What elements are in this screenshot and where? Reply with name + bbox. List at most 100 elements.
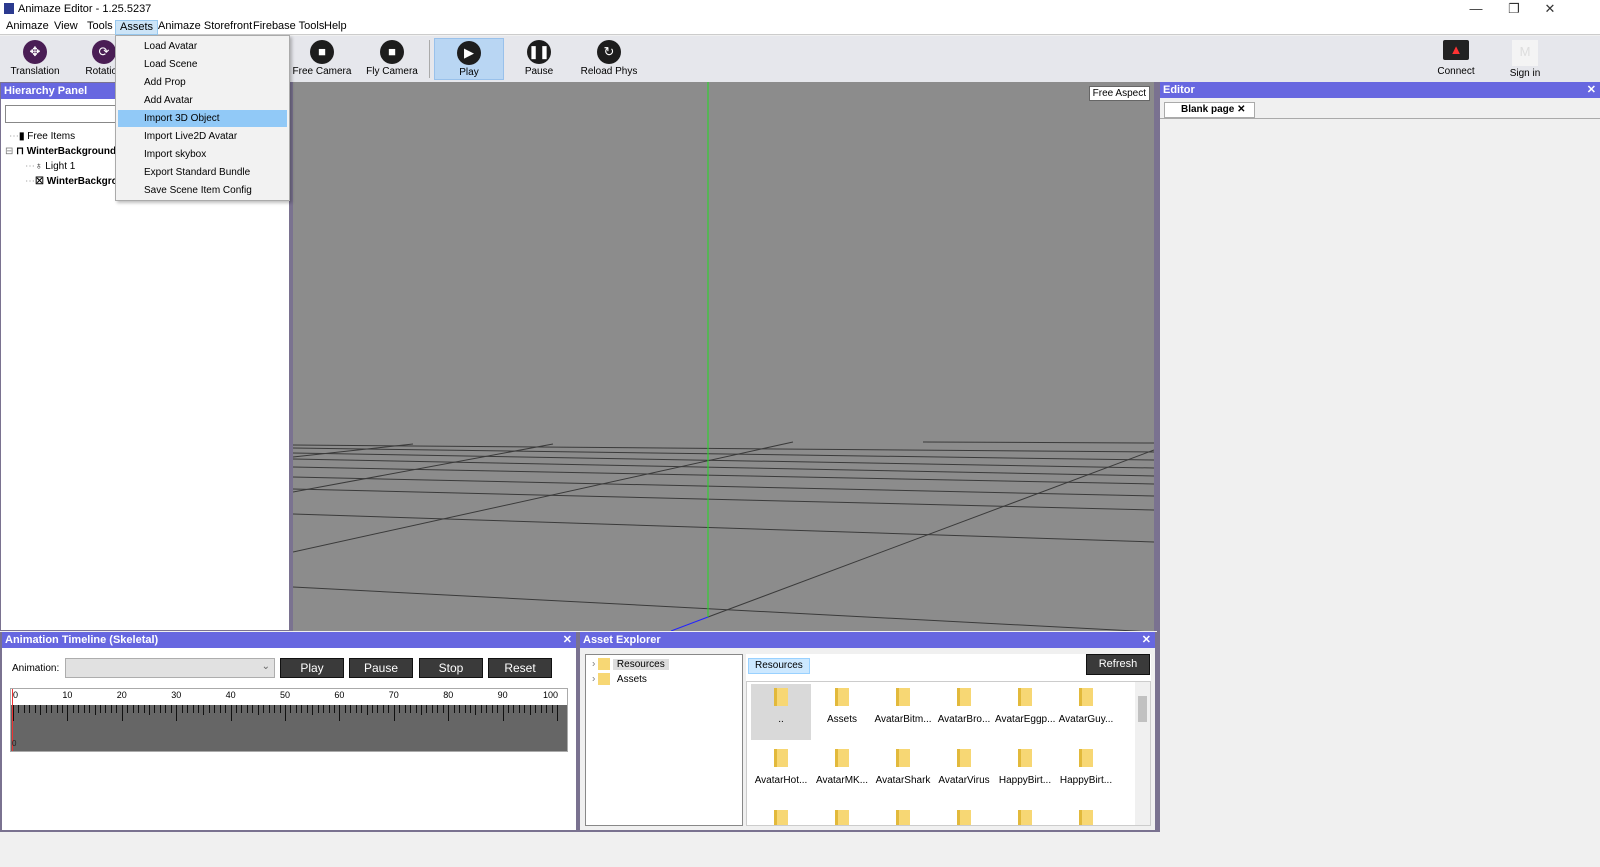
- tick-mark: [208, 705, 210, 713]
- refresh-button[interactable]: Refresh: [1086, 654, 1150, 675]
- z-axis-line: [670, 616, 709, 631]
- tick-mark: [23, 705, 25, 713]
- connect-button[interactable]: ▲ Connect: [1422, 38, 1490, 80]
- fly-camera-button[interactable]: ■ Fly Camera: [358, 38, 426, 80]
- collapse-icon[interactable]: ⊟: [5, 146, 13, 157]
- pause-label: Pause: [524, 66, 554, 77]
- menu-view[interactable]: View: [50, 20, 82, 35]
- tick-mark: [230, 705, 232, 721]
- asset-item[interactable]: HappyBirt...: [995, 745, 1055, 801]
- tick-mark: [410, 705, 412, 713]
- asset-item[interactable]: Assets: [812, 684, 872, 740]
- sign-in-button[interactable]: M Sign in: [1491, 38, 1559, 80]
- asset-item[interactable]: ..: [751, 684, 811, 740]
- timeline-track[interactable]: [11, 705, 567, 751]
- timeline-play-button[interactable]: Play: [280, 658, 344, 678]
- menu-item-add-prop[interactable]: Add Prop: [118, 74, 287, 91]
- timeline-reset-button[interactable]: Reset: [488, 658, 552, 678]
- menu-tools[interactable]: Tools: [83, 20, 117, 35]
- tick-mark: [268, 705, 270, 713]
- play-button[interactable]: ▶ Play: [434, 38, 504, 80]
- asset-item[interactable]: [1056, 806, 1116, 825]
- animation-select[interactable]: ⌄: [65, 658, 275, 678]
- tab-blank-page[interactable]: Blank page ✕: [1164, 102, 1255, 118]
- close-icon[interactable]: ✕: [1587, 82, 1596, 98]
- close-tab-icon[interactable]: ✕: [1237, 104, 1245, 115]
- tick-mark: [263, 705, 265, 713]
- folder-icon: [896, 688, 910, 706]
- free-camera-button[interactable]: ■ Free Camera: [288, 38, 356, 80]
- scrollbar-thumb[interactable]: [1138, 696, 1147, 722]
- menu-item-add-avatar[interactable]: Add Avatar: [118, 92, 287, 109]
- asset-item-label: AvatarEggp...: [995, 714, 1056, 725]
- tick-mark: [469, 705, 471, 713]
- asset-explorer-header: Asset Explorer ✕: [580, 632, 1155, 648]
- tree-item-label: Resources: [612, 658, 669, 670]
- tick-mark: [89, 705, 91, 713]
- breadcrumb[interactable]: Resources: [748, 658, 810, 674]
- tick-mark: [415, 705, 417, 713]
- tick-mark: [219, 705, 221, 713]
- grid-line: [293, 444, 1154, 453]
- tree-item-label: WinterBackground: [26, 146, 117, 157]
- menu-item-import-skybox[interactable]: Import skybox: [118, 146, 287, 163]
- tick-mark: [72, 705, 74, 713]
- asset-item[interactable]: AvatarEggp...: [995, 684, 1055, 740]
- asset-item[interactable]: [873, 806, 933, 825]
- chevron-right-icon[interactable]: ›: [592, 674, 595, 685]
- asset-scrollbar[interactable]: [1135, 682, 1150, 825]
- menu-help[interactable]: Help: [320, 20, 351, 35]
- close-icon[interactable]: ✕: [1142, 632, 1151, 648]
- title-bar: Animaze Editor - 1.25.5237 — ❐ ✕: [0, 0, 1600, 18]
- asset-item[interactable]: AvatarShark: [873, 745, 933, 801]
- folder-icon: [1079, 749, 1093, 767]
- close-window-button[interactable]: ✕: [1532, 0, 1568, 18]
- menu-item-save-scene-item-config[interactable]: Save Scene Item Config: [118, 182, 287, 199]
- asset-grid: .. Assets AvatarBitm... AvatarBro... AvatarE…: [746, 681, 1151, 826]
- asset-item[interactable]: AvatarHot...: [751, 745, 811, 801]
- asset-item[interactable]: [934, 806, 994, 825]
- aspect-selector[interactable]: Free Aspect: [1088, 86, 1150, 101]
- asset-item[interactable]: AvatarBro...: [934, 684, 994, 740]
- close-icon[interactable]: ✕: [563, 632, 572, 648]
- asset-item-label: AvatarGuy...: [1058, 714, 1114, 725]
- asset-item-label: AvatarVirus: [938, 775, 990, 786]
- grid-line: [922, 441, 1154, 444]
- pause-button[interactable]: ❚❚ Pause: [505, 38, 573, 80]
- timeline-stop-button[interactable]: Stop: [419, 658, 483, 678]
- asset-item[interactable]: [751, 806, 811, 825]
- minimize-button[interactable]: —: [1458, 0, 1494, 18]
- app-logo-icon: [4, 3, 14, 14]
- reload-phys-button[interactable]: ↻ Reload Phys: [575, 38, 643, 80]
- asset-item[interactable]: AvatarMK...: [812, 745, 872, 801]
- tree-item-light[interactable]: ⋯♁ Light 1: [25, 161, 75, 172]
- asset-item[interactable]: [995, 806, 1055, 825]
- restore-button[interactable]: ❐: [1496, 0, 1532, 18]
- tree-item-assets[interactable]: › Assets: [592, 673, 651, 685]
- asset-item[interactable]: HappyBirt...: [1056, 745, 1116, 801]
- chevron-right-icon[interactable]: ›: [592, 659, 595, 670]
- scene-viewport[interactable]: Free Aspect: [290, 82, 1157, 631]
- tree-item-winter-background[interactable]: ⊟ ⊓ WinterBackground: [5, 146, 116, 157]
- menu-firebase-tools[interactable]: Firebase Tools: [249, 20, 328, 35]
- menu-assets[interactable]: Assets: [115, 20, 159, 35]
- menu-animaze[interactable]: Animaze: [2, 20, 53, 35]
- menu-item-import-3d-object[interactable]: Import 3D Object: [118, 110, 287, 127]
- asset-item[interactable]: AvatarBitm...: [873, 684, 933, 740]
- asset-item[interactable]: AvatarGuy...: [1056, 684, 1116, 740]
- tree-item-free-items[interactable]: ⋯▮ Free Items: [9, 131, 75, 142]
- menu-item-load-avatar[interactable]: Load Avatar: [118, 38, 287, 55]
- translation-button[interactable]: ✥ Translation: [1, 38, 69, 80]
- menu-item-export-standard-bundle[interactable]: Export Standard Bundle: [118, 164, 287, 181]
- asset-item[interactable]: AvatarVirus: [934, 745, 994, 801]
- menu-item-load-scene[interactable]: Load Scene: [118, 56, 287, 73]
- menu-item-import-live2d-avatar[interactable]: Import Live2D Avatar: [118, 128, 287, 145]
- tree-item-resources[interactable]: › Resources: [592, 658, 669, 670]
- asset-item[interactable]: [812, 806, 872, 825]
- timeline-ruler[interactable]: 0 10 20 30 40 50 60 70 80 90 100 0: [10, 688, 568, 752]
- asset-item-label: HappyBirt...: [998, 775, 1052, 786]
- menu-animaze-storefront[interactable]: Animaze Storefront: [154, 20, 256, 35]
- tick-mark: [372, 705, 374, 713]
- timeline-pause-button[interactable]: Pause: [349, 658, 413, 678]
- tick-mark: [557, 705, 558, 721]
